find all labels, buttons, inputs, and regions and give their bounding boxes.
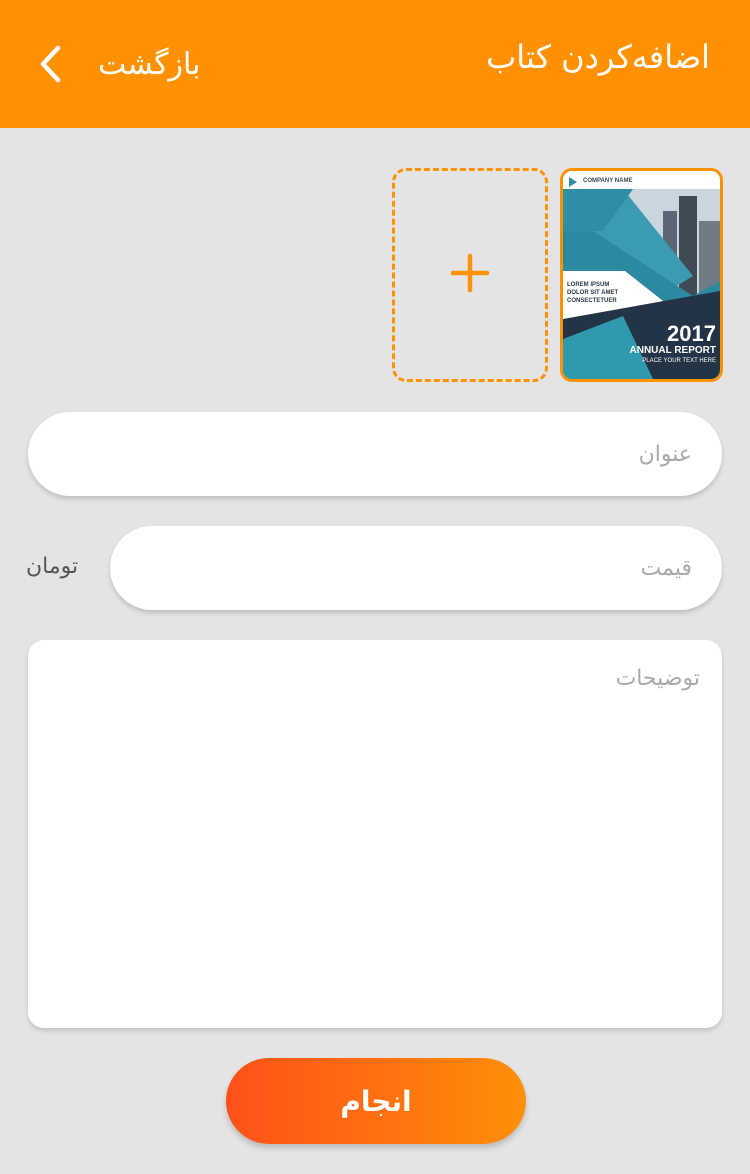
back-label: بازگشت (98, 46, 201, 82)
cover-year: 2017 (667, 321, 716, 346)
app-bar: بازگشت اضافه‌کردن کتاب (0, 0, 750, 128)
plus-icon (450, 253, 490, 297)
price-field[interactable] (110, 526, 722, 610)
currency-label: تومان (26, 554, 79, 579)
title-field[interactable] (28, 412, 722, 496)
cover-lorem-line: DOLOR SIT AMET (567, 290, 619, 296)
cover-company: COMPANY NAME (583, 178, 633, 184)
page-title: اضافه‌کردن کتاب (486, 38, 710, 76)
price-input[interactable] (110, 526, 722, 610)
cover-tagline: PLACE YOUR TEXT HERE (642, 358, 716, 364)
chevron-left-icon (30, 30, 70, 98)
title-input[interactable] (28, 412, 722, 496)
cover-lorem-line: CONSECTETUER (567, 298, 617, 304)
book-cover-thumbnail[interactable]: COMPANY NAME LOREM IPSUM DOLOR SIT AMET … (560, 168, 723, 382)
submit-button[interactable]: انجام (226, 1058, 526, 1144)
description-field[interactable] (28, 640, 722, 1028)
cover-lorem-line: LOREM IPSUM (567, 282, 610, 288)
back-button[interactable]: بازگشت (30, 30, 200, 98)
add-image-button[interactable] (392, 168, 548, 382)
description-textarea[interactable] (28, 640, 722, 1028)
cover-report: ANNUAL REPORT (629, 345, 716, 356)
